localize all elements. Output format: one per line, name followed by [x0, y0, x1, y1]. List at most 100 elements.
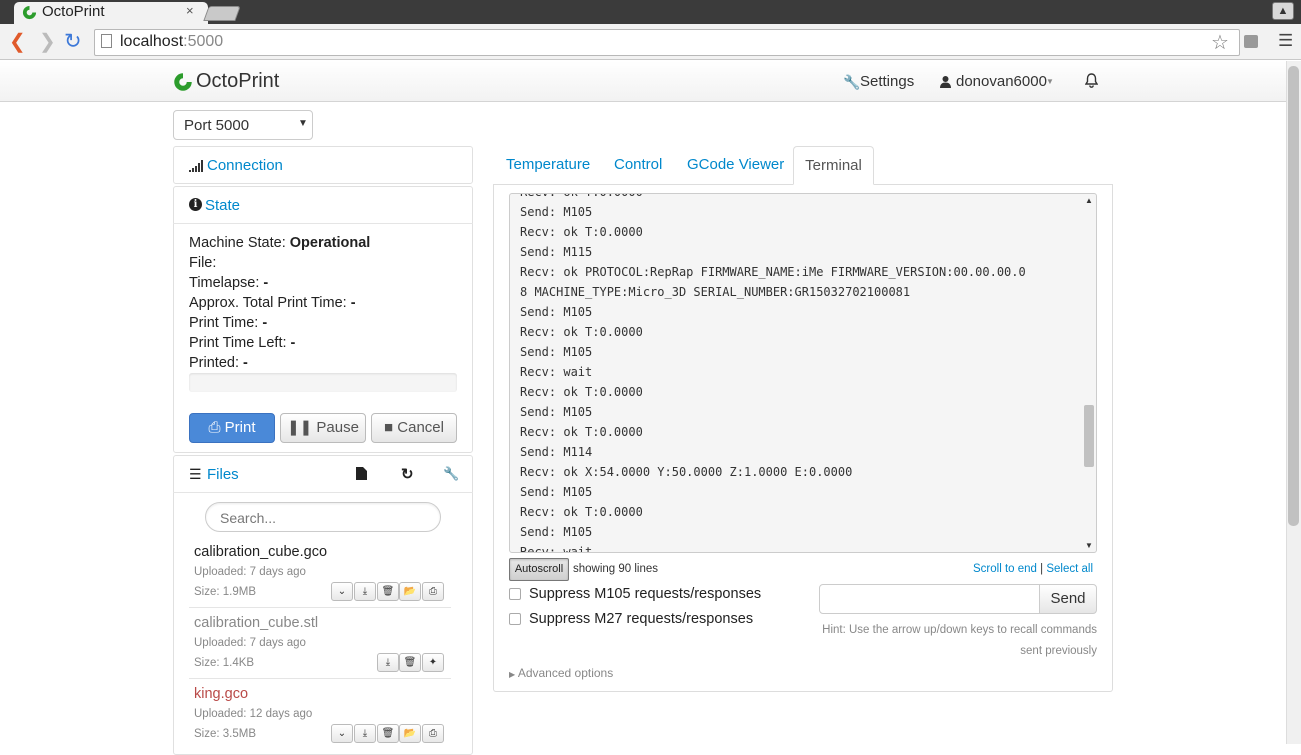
printed-label: Printed: [189, 355, 239, 371]
menu-icon[interactable]: ☰ [1278, 32, 1293, 49]
printed-value: - [243, 355, 248, 371]
timelapse-label: Timelapse: [189, 275, 260, 291]
signal-icon [189, 159, 203, 175]
advanced-options-toggle[interactable]: ▶ Advanced options [509, 666, 613, 680]
files-toggle[interactable]: Files [207, 466, 239, 483]
chevron-down-icon[interactable]: ⌄ [331, 582, 353, 601]
file-icon[interactable] [356, 467, 367, 483]
time-left-row: Print Time Left: - [189, 335, 295, 351]
terminal-line: Recv: ok X:54.0000 Y:50.0000 Z:1.0000 E:… [520, 465, 853, 479]
pause-button[interactable]: ❚❚ Pause [280, 413, 366, 443]
octoprint-favicon-icon [22, 5, 37, 23]
printer-icon[interactable]: ⎙ [422, 582, 444, 601]
terminal-line: Recv: ok PROTOCOL:RepRap FIRMWARE_NAME:i… [520, 265, 1026, 279]
file-uploaded: Uploaded: 7 days ago [194, 637, 306, 649]
magic-wand-icon[interactable]: ✦ [422, 653, 444, 672]
pause-icon: ❚❚ [287, 419, 313, 436]
machine-state-label: Machine State: [189, 235, 286, 251]
tab-control[interactable]: Control [614, 146, 662, 184]
timelapse-value: - [263, 275, 269, 291]
file-name[interactable]: calibration_cube.gco [194, 544, 327, 560]
divider [173, 223, 473, 224]
cancel-button[interactable]: ■ Cancel [371, 413, 457, 443]
wrench-icon[interactable]: 🔧 [443, 466, 459, 482]
port-select[interactable]: Port 5000 [173, 110, 313, 140]
command-input[interactable] [819, 584, 1040, 614]
terminal-output[interactable]: Recv: ok T:0.0000 Send: M105 Recv: ok T:0.… [509, 193, 1097, 553]
address-bar[interactable] [94, 29, 1240, 56]
cancel-button-label: Cancel [397, 419, 444, 436]
scroll-up-icon[interactable]: ▲ [1085, 196, 1093, 205]
trash-icon[interactable]: 🗑 [377, 582, 399, 601]
tab-gcode-viewer[interactable]: GCode Viewer [687, 146, 784, 184]
printed-row: Printed: - [189, 355, 248, 371]
time-left-label: Print Time Left: [189, 335, 287, 351]
folder-open-icon[interactable]: 📂 [399, 724, 421, 743]
printer-icon[interactable]: ⎙ [422, 724, 444, 743]
file-search-input[interactable]: Search... [205, 502, 441, 532]
forward-icon[interactable]: ❯ [39, 31, 56, 53]
printer-icon: ⎙ [208, 419, 221, 436]
info-icon: i [189, 198, 202, 211]
refresh-icon[interactable]: ↻ [401, 465, 414, 483]
terminal-line: Send: M105 [520, 485, 593, 499]
file-name[interactable]: king.gco [194, 686, 248, 702]
time-left-value: - [290, 335, 296, 351]
file-name[interactable]: calibration_cube.stl [194, 615, 318, 631]
machine-state-value: Operational [289, 235, 371, 251]
terminal-line: Send: M105 [520, 345, 593, 359]
stop-icon: ■ [384, 419, 394, 436]
state-toggle[interactable]: State [205, 197, 240, 214]
back-icon[interactable]: ❮ [9, 31, 26, 53]
trash-icon[interactable]: 🗑 [377, 724, 399, 743]
url-text: localhost:5000 [120, 33, 223, 51]
trash-icon[interactable]: 🗑 [399, 653, 421, 672]
page-scrollbar-thumb[interactable] [1288, 66, 1299, 526]
terminal-scrollbar[interactable] [1083, 194, 1096, 552]
print-button[interactable]: ⎙ Print [189, 413, 275, 443]
brand-title[interactable]: OctoPrint [196, 70, 279, 93]
file-size: Size: 3.5MB [194, 728, 256, 740]
url-port: :5000 [183, 33, 224, 50]
autoscroll-button[interactable]: Autoscroll [509, 558, 569, 581]
suppress-m27-label: Suppress M27 requests/responses [529, 611, 754, 627]
terminal-line: 8 MACHINE_TYPE:Micro_3D SERIAL_NUMBER:GR… [520, 285, 911, 299]
folder-open-icon[interactable]: 📂 [399, 582, 421, 601]
terminal-scrollbar-thumb[interactable] [1084, 405, 1094, 467]
user-menu[interactable]: donovan6000 [956, 73, 1047, 90]
window-menu-icon[interactable]: ▲ [1272, 2, 1294, 20]
file-size: Size: 1.9MB [194, 586, 256, 598]
suppress-m27-checkbox[interactable] [509, 613, 521, 625]
wrench-icon: 🔧 [843, 74, 861, 90]
terminal-line: Send: M105 [520, 205, 593, 219]
extension-icon[interactable] [1244, 35, 1258, 48]
tab-terminal[interactable]: Terminal [793, 146, 874, 185]
select-caret-icon: ▼ [298, 118, 308, 129]
tab-close-icon[interactable]: × [186, 3, 194, 18]
settings-link[interactable]: Settings [860, 73, 914, 90]
connection-toggle[interactable]: Connection [207, 157, 283, 174]
new-tab-button[interactable] [203, 6, 241, 21]
reload-icon[interactable]: ↻ [64, 31, 82, 53]
scroll-down-icon[interactable]: ▼ [1085, 541, 1093, 550]
terminal-line: Recv: ok T:0.0000 [520, 425, 643, 439]
print-time-label: Print Time: [189, 315, 259, 331]
chevron-down-icon[interactable]: ⌄ [331, 724, 353, 743]
chevron-down-icon: ▼ [1046, 77, 1054, 86]
bell-icon[interactable] [1084, 73, 1099, 91]
browser-tab-title: OctoPrint [42, 3, 105, 20]
download-icon[interactable]: ⤓ [354, 582, 376, 601]
file-uploaded: Uploaded: 12 days ago [194, 708, 313, 720]
select-all-link[interactable]: Select all [1046, 563, 1093, 575]
total-time-label: Approx. Total Print Time: [189, 295, 347, 311]
tab-temperature[interactable]: Temperature [506, 146, 590, 184]
download-icon[interactable]: ⤓ [354, 724, 376, 743]
scroll-to-end-link[interactable]: Scroll to end [973, 563, 1037, 575]
bookmark-star-icon[interactable]: ☆ [1211, 30, 1229, 55]
file-separator [189, 678, 451, 679]
send-button[interactable]: Send [1039, 584, 1097, 614]
suppress-m105-checkbox[interactable] [509, 588, 521, 600]
terminal-line: Recv: ok T:0.0000 [520, 194, 1070, 202]
download-icon[interactable]: ⤓ [377, 653, 399, 672]
terminal-line: Send: M105 [520, 405, 593, 419]
